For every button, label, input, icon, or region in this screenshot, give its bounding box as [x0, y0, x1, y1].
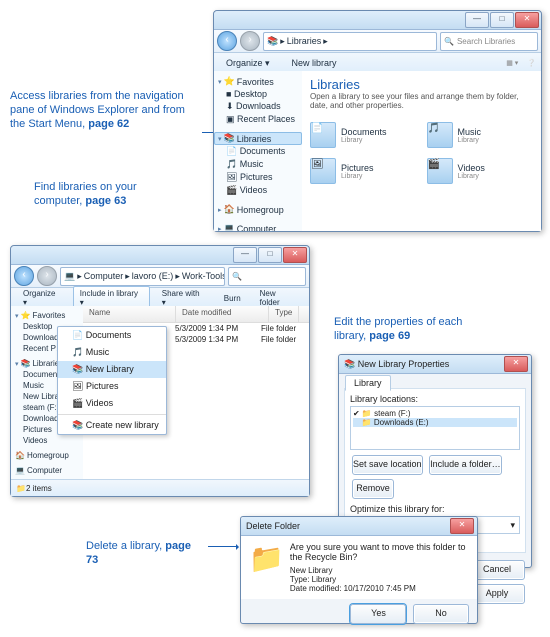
remove-button[interactable]: Remove — [352, 479, 394, 499]
nav-item[interactable]: ▣ Recent Places — [214, 113, 302, 126]
breadcrumb[interactable]: 📚▸Libraries▸ — [263, 32, 437, 51]
library-item-music[interactable]: 🎵MusicLibrary — [425, 120, 536, 150]
nav-favorites[interactable]: ▾⭐ Favorites — [11, 310, 83, 321]
explorer-folder-window: —□✕ ‹ › 💻▸Computer▸lavoro (E:)▸Work-Tool… — [10, 245, 310, 497]
locations-list[interactable]: ✔ 📁 steam (F:) 📁 Downloads (E:) — [350, 406, 520, 450]
back-button[interactable]: ‹ — [217, 31, 237, 51]
set-save-location-button[interactable]: Set save location — [352, 455, 423, 475]
drop-item-selected[interactable]: 📚 New Library — [58, 361, 166, 378]
callout-edit: Edit the properties of each library, pag… — [334, 316, 494, 344]
nav-favorites[interactable]: ▾⭐ Favorites — [214, 75, 302, 88]
max-button[interactable]: □ — [258, 247, 282, 263]
max-button[interactable]: □ — [490, 12, 514, 28]
optimize-label: Optimize this library for: — [350, 504, 520, 514]
nav-item[interactable]: 📄 Documents — [214, 145, 302, 158]
include-dropdown: 📄 Documents 🎵 Music 📚 New Library 🖼 Pict… — [57, 326, 167, 435]
search-input[interactable]: 🔍Search Libraries — [440, 32, 538, 51]
library-item-pictures[interactable]: 🖼PicturesLibrary — [308, 156, 419, 186]
breadcrumb[interactable]: 💻▸Computer▸lavoro (E:)▸Work-Tools▸ — [60, 267, 225, 286]
content-subheader: Open a library to see your files and arr… — [302, 92, 541, 114]
nav-item[interactable]: 🎬 Videos — [214, 184, 302, 197]
nav-item[interactable]: 🎵 Music — [214, 158, 302, 171]
callout-find: Find libraries on your computer, page 63 — [34, 181, 184, 209]
folder-icon: 📁 — [249, 542, 284, 593]
delete-question: Are you sure you want to move this folde… — [290, 542, 469, 562]
callout-access: Access libraries from the navigation pan… — [10, 90, 200, 131]
library-item-videos[interactable]: 🎬VideosLibrary — [425, 156, 536, 186]
nav-computer[interactable]: ▸💻 Computer — [214, 222, 302, 231]
min-button[interactable]: — — [233, 247, 257, 263]
nav-item[interactable]: 🖼 Pictures — [214, 171, 302, 184]
nav-item[interactable]: Videos — [11, 435, 83, 446]
explorer-libraries-window: —□✕ ‹ › 📚▸Libraries▸ 🔍Search Libraries O… — [213, 10, 542, 232]
tab-library[interactable]: Library — [345, 375, 391, 391]
drop-create-new[interactable]: 📚 Create new library — [58, 417, 166, 434]
forward-button[interactable]: › — [240, 31, 260, 51]
nav-item[interactable]: ■ Desktop — [214, 88, 302, 100]
dialog-titlebar[interactable]: Delete Folder✕ — [241, 517, 477, 536]
library-item-documents[interactable]: 📄DocumentsLibrary — [308, 120, 419, 150]
nav-libraries[interactable]: ▾📚 Libraries — [214, 132, 302, 145]
drop-item[interactable]: 🖼 Pictures — [58, 378, 166, 395]
nav-pane: ▾⭐ Favorites ■ Desktop ⬇ Downloads ▣ Rec… — [214, 71, 303, 231]
locations-label: Library locations: — [350, 394, 520, 404]
drop-item[interactable]: 🎵 Music — [58, 344, 166, 361]
search-input[interactable]: 🔍 — [228, 267, 306, 286]
burn-button[interactable]: Burn — [217, 291, 248, 306]
organize-button[interactable]: Organize ▾ — [219, 55, 277, 72]
list-header[interactable]: NameDate modifiedType — [83, 306, 309, 323]
status-bar: 📁 2 items — [11, 479, 309, 496]
address-bar: ‹ › 💻▸Computer▸lavoro (E:)▸Work-Tools▸ 🔍 — [11, 265, 309, 288]
leader — [208, 546, 238, 547]
help-icon[interactable]: ❔ — [526, 59, 536, 67]
back-button[interactable]: ‹ — [14, 266, 34, 286]
nav-homegroup[interactable]: ▸🏠 Homegroup — [214, 203, 302, 216]
no-button[interactable]: No — [413, 604, 469, 624]
view-icon[interactable]: ▦ ▾ — [505, 59, 518, 67]
nav-item[interactable]: ⬇ Downloads — [214, 100, 302, 113]
drop-item[interactable]: 🎬 Videos — [58, 395, 166, 412]
min-button[interactable]: — — [465, 12, 489, 28]
include-folder-button[interactable]: Include a folder… — [429, 455, 502, 475]
forward-button[interactable]: › — [37, 266, 57, 286]
content-pane: Libraries Open a library to see your fil… — [302, 71, 541, 231]
nav-homegroup[interactable]: 🏠 Homegroup — [11, 450, 83, 461]
yes-button[interactable]: Yes — [350, 604, 406, 624]
drop-item[interactable]: 📄 Documents — [58, 327, 166, 344]
close-button[interactable]: ✕ — [283, 247, 307, 263]
delete-info: New LibraryType: LibraryDate modified: 1… — [290, 566, 469, 593]
titlebar[interactable]: —□✕ — [11, 246, 309, 265]
close-button[interactable]: ✕ — [504, 356, 528, 372]
dialog-titlebar[interactable]: 📚 New Library Properties✕ — [339, 355, 531, 374]
delete-folder-dialog: Delete Folder✕ 📁 Are you sure you want t… — [240, 516, 478, 624]
close-button[interactable]: ✕ — [450, 518, 474, 534]
address-bar: ‹ › 📚▸Libraries▸ 🔍Search Libraries — [214, 30, 541, 53]
new-library-button[interactable]: New library — [285, 55, 344, 71]
nav-computer[interactable]: 💻 Computer — [11, 465, 83, 476]
callout-delete: Delete a library, page 73 — [86, 540, 206, 568]
close-button[interactable]: ✕ — [515, 12, 539, 28]
titlebar[interactable]: —□✕ — [214, 11, 541, 30]
content-header: Libraries — [302, 71, 541, 92]
